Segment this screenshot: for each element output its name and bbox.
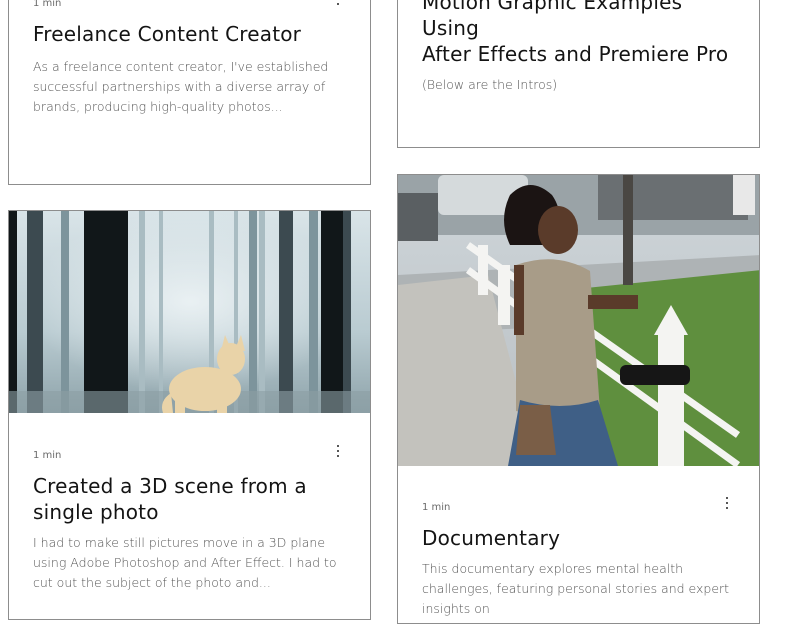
post-excerpt: As a freelance content creator, I've est… bbox=[33, 59, 329, 114]
post-title[interactable]: Documentary bbox=[422, 525, 735, 551]
more-actions-icon[interactable] bbox=[330, 0, 346, 7]
post-title-line-1: Motion Graphic Examples Using bbox=[422, 0, 683, 40]
more-actions-icon[interactable] bbox=[719, 495, 735, 511]
post-excerpt: (Below are the Intros) bbox=[422, 77, 558, 92]
woman-by-fence-photo bbox=[398, 175, 759, 466]
post-meta: 1 min bbox=[422, 495, 735, 513]
post-title-line-2: After Effects and Premiere Pro bbox=[422, 42, 729, 66]
post-cover-image[interactable] bbox=[398, 175, 759, 466]
post-title[interactable]: Motion Graphic Examples Using After Effe… bbox=[422, 0, 735, 67]
post-card-motion-graphics[interactable]: Motion Graphic Examples Using After Effe… bbox=[397, 0, 760, 148]
read-time: 1 min bbox=[422, 502, 451, 513]
more-actions-icon[interactable] bbox=[330, 443, 346, 459]
post-card-documentary[interactable]: 1 min Documentary This documentary explo… bbox=[397, 174, 760, 624]
post-meta: 1 min bbox=[33, 0, 346, 9]
post-title[interactable]: Created a 3D scene from a single photo bbox=[33, 473, 346, 525]
post-meta: 1 min bbox=[33, 443, 346, 461]
post-card-3d-scene[interactable]: 1 min Created a 3D scene from a single p… bbox=[8, 210, 371, 620]
read-time: 1 min bbox=[33, 0, 62, 9]
read-time: 1 min bbox=[33, 450, 62, 461]
post-card-freelance[interactable]: 1 min Freelance Content Creator As a fre… bbox=[8, 0, 371, 185]
foggy-forest-fox-image bbox=[9, 211, 370, 413]
post-title[interactable]: Freelance Content Creator bbox=[33, 21, 346, 47]
post-excerpt: I had to make still pictures move in a 3… bbox=[33, 535, 337, 590]
post-excerpt: This documentary explores mental health … bbox=[422, 561, 730, 616]
post-cover-image[interactable] bbox=[9, 211, 370, 413]
